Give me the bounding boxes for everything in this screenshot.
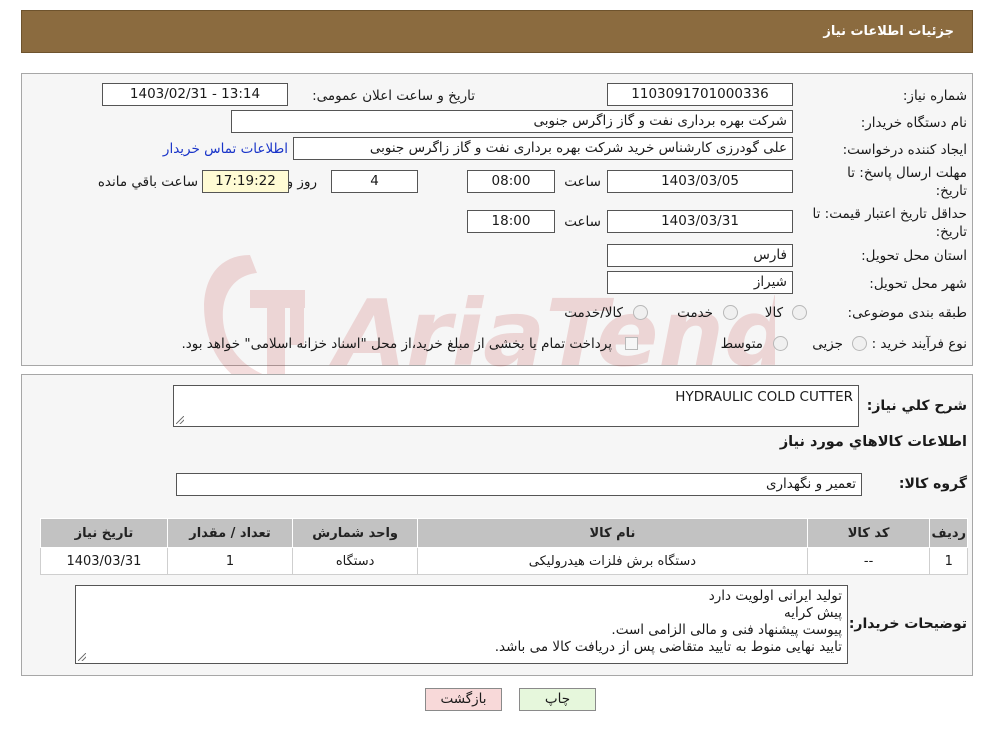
province-field: فارس (607, 244, 793, 267)
category-goods-service-radio[interactable] (633, 305, 648, 320)
buyer-org-field: شرکت بهره برداری نفت و گاز زاگرس جنوبی (231, 110, 793, 133)
page-header: جزئیات اطلاعات نیاز (21, 10, 973, 53)
goods-group-label: گروه کالا: (898, 476, 967, 492)
validity-label: حداقل تاریخ اعتبار قیمت: تا (812, 206, 967, 222)
quantity-cell: 1 (166, 547, 294, 575)
page-title: جزئیات اطلاعات نیاز (823, 24, 954, 39)
treasury-payment-checkbox[interactable] (625, 337, 638, 350)
buyer-notes-label: توضیحات خریدار: (848, 616, 967, 632)
row-number-cell: 1 (929, 547, 968, 575)
column-header-quantity: تعداد / مقدار (166, 518, 294, 548)
buyer-contact-link[interactable]: اطلاعات تماس خریدار (163, 141, 288, 157)
buyer-notes-field: تولید ایرانی اولویت دارد پیش کرایه پیوست… (75, 585, 848, 664)
category-service-label: خدمت (677, 305, 713, 321)
general-desc-label: شرح کلي نیاز: (866, 398, 967, 414)
category-service-radio[interactable] (723, 305, 738, 320)
item-code-cell: -- (806, 547, 931, 575)
process-medium-radio[interactable] (773, 336, 788, 351)
buyer-note-line: تایید نهایی منوط به تایید متقاضی پس از د… (494, 639, 842, 655)
remaining-label: ساعت باقي مانده (97, 174, 198, 190)
reply-date-field: 1403/03/05 (607, 170, 793, 193)
category-label: طبقه بندی موضوعی: (847, 305, 967, 321)
buyer-note-line: پیوست پیشنهاد فنی و مالی الزامی است. (611, 622, 842, 638)
buyer-note-line: پیش کرایه (784, 605, 842, 621)
reply-hour-label: ساعت (564, 174, 601, 190)
column-header-item-code: کد کالا (806, 518, 931, 548)
category-goods-radio[interactable] (792, 305, 807, 320)
need-number-field: 1103091701000336 (607, 83, 793, 106)
column-header-need-date: تاریخ نیاز (40, 518, 168, 548)
category-goods-label: کالا (764, 305, 783, 321)
category-goods-service-label: کالا/خدمت (564, 305, 623, 321)
days-label: روز و (286, 174, 317, 190)
process-type-label: نوع فرآیند خرید : (871, 336, 967, 352)
remaining-time-field: 17:19:22 (202, 170, 289, 193)
treasury-payment-note: پرداخت تمام یا بخشی از مبلغ خرید،از محل … (181, 336, 612, 352)
goods-info-title: اطلاعات کالاهاي مورد نیاز (779, 434, 967, 450)
process-medium-label: متوسط (720, 336, 763, 352)
column-header-row-number: ردیف (929, 518, 968, 548)
print-button[interactable]: چاپ (519, 688, 596, 711)
city-field: شیراز (607, 271, 793, 294)
general-desc-field: HYDRAULIC COLD CUTTER (173, 385, 859, 427)
general-desc-text: HYDRAULIC COLD CUTTER (675, 389, 853, 405)
validity-date-field: 1403/03/31 (607, 210, 793, 233)
item-name-cell: دستگاه برش فلزات هیدرولیکی (417, 547, 808, 575)
validity-hour-field: 18:00 (467, 210, 555, 233)
goods-table-header: ردیف کد کالا نام کالا واحد شمارش تعداد /… (40, 518, 968, 548)
announce-date-label: تاریخ و ساعت اعلان عمومی: (312, 88, 475, 104)
goods-group-field: تعمیر و نگهداری (176, 473, 862, 496)
process-minor-radio[interactable] (852, 336, 867, 351)
process-minor-label: جزیی (812, 336, 843, 352)
validity-label-2: تاریخ: (935, 224, 967, 240)
remaining-days-field: 4 (331, 170, 418, 193)
province-label: استان محل تحویل: (861, 248, 967, 264)
resize-grip-icon[interactable] (78, 653, 86, 661)
need-number-label: شماره نیاز: (902, 88, 967, 104)
city-label: شهر محل تحویل: (869, 276, 967, 292)
buyer-org-label: نام دستگاه خریدار: (860, 115, 967, 131)
buyer-note-line: تولید ایرانی اولویت دارد (708, 588, 842, 604)
announce-date-field: 1403/02/31 - 13:14 (102, 83, 288, 106)
validity-hour-label: ساعت (564, 214, 601, 230)
need-date-cell: 1403/03/31 (40, 547, 168, 575)
table-row: 1 -- دستگاه برش فلزات هیدرولیکی دستگاه 1… (40, 547, 968, 575)
back-button[interactable]: بازگشت (425, 688, 502, 711)
unit-cell: دستگاه (292, 547, 419, 575)
goods-table: ردیف کد کالا نام کالا واحد شمارش تعداد /… (40, 518, 968, 575)
reply-deadline-label-2: تاریخ: (935, 183, 967, 199)
requester-field: علی گودرزی کارشناس خرید شرکت بهره برداری… (293, 137, 793, 160)
reply-deadline-label: مهلت ارسال پاسخ: تا (847, 165, 967, 181)
column-header-item-name: نام کالا (417, 518, 808, 548)
column-header-unit: واحد شمارش (292, 518, 419, 548)
requester-label: ایجاد کننده درخواست: (842, 142, 967, 158)
reply-hour-field: 08:00 (467, 170, 555, 193)
resize-grip-icon[interactable] (176, 416, 184, 424)
